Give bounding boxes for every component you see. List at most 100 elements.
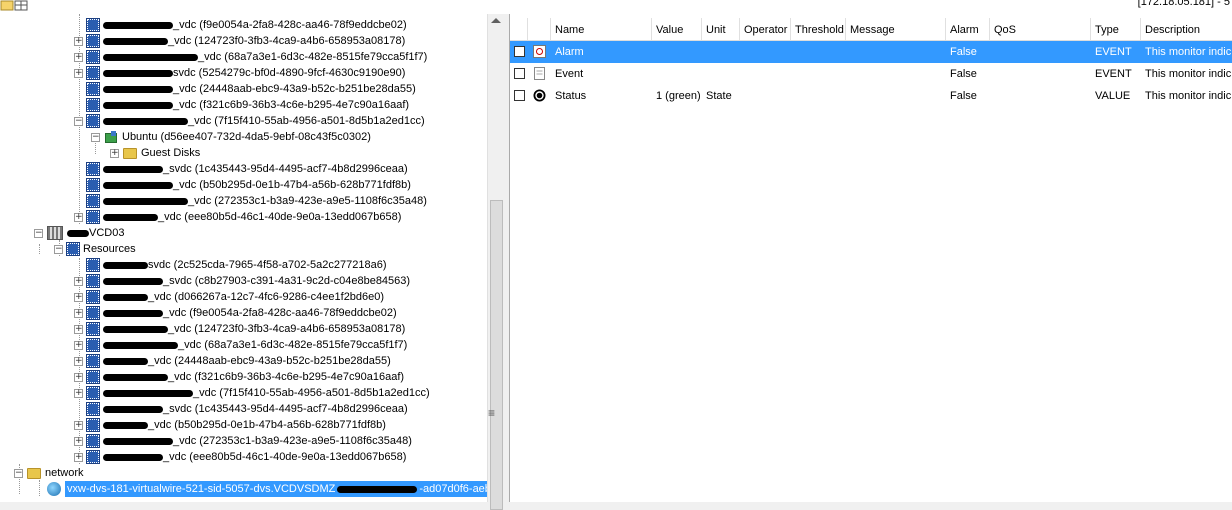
- expand-icon[interactable]: +: [74, 292, 83, 302]
- expand-icon[interactable]: +: [74, 340, 83, 350]
- redaction: [103, 117, 188, 125]
- cell-type: VALUE: [1095, 90, 1131, 102]
- column-header-unit[interactable]: Unit: [702, 18, 740, 40]
- vdc-icon: [86, 402, 100, 416]
- column-header-value[interactable]: Value: [652, 18, 702, 40]
- redaction: [103, 37, 168, 45]
- redaction: [103, 325, 168, 333]
- tree-item-resources[interactable]: − Resources: [54, 241, 136, 257]
- tree-item-vdc[interactable]: − _vdc (7f15f410-55ab-4956-a501-8d5b1a2ed…: [74, 113, 425, 129]
- expand-icon[interactable]: +: [74, 436, 83, 446]
- column-header-description[interactable]: Description: [1141, 18, 1232, 40]
- tree-item-vdc[interactable]: + _vdc (24448aab-ebc9-43a9-b52c-b251be28d…: [74, 353, 391, 369]
- column-header-operator[interactable]: Operator: [740, 18, 791, 40]
- grid-icon[interactable]: [14, 0, 28, 12]
- inventory-tree[interactable]: _vdc (f9e0054a-2fa8-428c-aa46-78f9eddcbe…: [0, 14, 487, 502]
- tree-item-vdc[interactable]: + _vdc (124723f0-3fb3-4ca9-a4b6-658953a08…: [74, 321, 405, 337]
- vdc-icon: [86, 370, 100, 384]
- header-icon-col[interactable]: [528, 18, 551, 40]
- collapse-icon[interactable]: −: [34, 228, 43, 238]
- expand-icon[interactable]: +: [74, 356, 83, 366]
- column-header-message[interactable]: Message: [846, 18, 946, 40]
- folder-icon[interactable]: [0, 0, 14, 12]
- expand-icon[interactable]: +: [74, 420, 83, 430]
- cell-name: Alarm: [555, 46, 584, 58]
- tree-item-vdc[interactable]: _svdc (1c435443-95d4-4495-acf7-4b8d2996c…: [74, 161, 408, 177]
- tree-item-vdc[interactable]: + _vdc (eee80b5d-46c1-40de-9e0a-13edd067b…: [74, 449, 406, 465]
- vdc-icon: [86, 434, 100, 448]
- redaction: [103, 437, 173, 445]
- vdc-icon: [86, 322, 100, 336]
- expand-icon[interactable]: +: [74, 372, 83, 382]
- expand-icon[interactable]: +: [110, 148, 119, 158]
- scroll-up-icon[interactable]: [491, 18, 501, 23]
- header-checkbox-col[interactable]: [510, 18, 528, 40]
- cell-type: EVENT: [1095, 68, 1132, 80]
- expand-icon[interactable]: +: [74, 452, 83, 462]
- monitor-grid[interactable]: Name Value Unit Operator Threshold Messa…: [509, 14, 1232, 502]
- collapse-icon[interactable]: −: [91, 132, 100, 142]
- tree-item-vdc[interactable]: + _vdc (7f15f410-55ab-4956-a501-8d5b1a2ed…: [74, 385, 430, 401]
- column-header-alarm[interactable]: Alarm: [946, 18, 990, 40]
- expand-icon[interactable]: +: [74, 68, 83, 78]
- column-header-type[interactable]: Type: [1091, 18, 1141, 40]
- expand-icon[interactable]: +: [74, 36, 83, 46]
- redaction: [103, 197, 188, 205]
- collapse-icon[interactable]: −: [74, 116, 83, 126]
- tree-item-vdc[interactable]: + _vdc (124723f0-3fb3-4ca9-a4b6-658953a08…: [74, 33, 405, 49]
- expand-icon[interactable]: +: [74, 52, 83, 62]
- tree-item-vdc[interactable]: + _vdc (d066267a-12c7-4fc6-9286-c4ee1f2bd…: [74, 289, 384, 305]
- vdc-icon: [86, 274, 100, 288]
- redaction: [103, 389, 193, 397]
- expand-icon[interactable]: +: [74, 212, 83, 222]
- tree-item-vm-ubuntu[interactable]: − Ubuntu (d56ee407-732d-4da5-9ebf-08c43f5…: [91, 129, 371, 145]
- folder-icon: [27, 467, 41, 479]
- column-header-threshold[interactable]: Threshold: [791, 18, 846, 40]
- tree-item-vdc[interactable]: + _vdc (272353c1-b3a9-423e-a9e5-1108f6c35…: [74, 433, 412, 449]
- tree-item-vdc[interactable]: _vdc (272353c1-b3a9-423e-a9e5-1108f6c35a…: [74, 193, 427, 209]
- redaction: [103, 261, 148, 269]
- tree-item-vdc[interactable]: + _vdc (f9e0054a-2fa8-428c-aa46-78f9eddcb…: [74, 305, 397, 321]
- scrollbar-thumb[interactable]: [490, 200, 503, 510]
- tree-item-guest-disks[interactable]: + Guest Disks: [110, 145, 200, 161]
- collapse-icon[interactable]: −: [14, 468, 23, 478]
- tree-item-vdc[interactable]: + _vdc (eee80b5d-46c1-40de-9e0a-13edd067b…: [74, 209, 401, 225]
- vdc-icon: [86, 386, 100, 400]
- tree-item-network[interactable]: − network: [14, 465, 84, 481]
- vdc-icon: [86, 418, 100, 432]
- tree-item-vdc[interactable]: + _vdc (68a7a3e1-6d3c-482e-8515fe79cca5f1…: [74, 49, 427, 65]
- expand-icon[interactable]: +: [74, 324, 83, 334]
- tree-item-datacenter-vcd03[interactable]: − VCD03: [34, 225, 124, 241]
- tree-item-vdc[interactable]: svdc (2c525cda-7965-4f58-a702-5a2c277218…: [74, 257, 387, 273]
- tree-item-vdc[interactable]: + _vdc (68a7a3e1-6d3c-482e-8515fe79cca5f1…: [74, 337, 407, 353]
- tree-item-vdc[interactable]: + _vdc (f321c6b9-36b3-4c6e-b295-4e7c90a16…: [74, 369, 404, 385]
- vdc-icon: [86, 66, 100, 80]
- splitter-grip-icon[interactable]: ≡: [488, 406, 495, 420]
- cell-type: EVENT: [1095, 46, 1132, 58]
- redaction: [103, 293, 148, 301]
- tree-item-vdc[interactable]: _vdc (24448aab-ebc9-43a9-b52c-b251be28da…: [74, 81, 416, 97]
- tree-item-vdc[interactable]: _vdc (f9e0054a-2fa8-428c-aa46-78f9eddcbe…: [74, 17, 407, 33]
- expand-icon[interactable]: +: [74, 308, 83, 318]
- row-checkbox[interactable]: [514, 68, 525, 79]
- tree-item-vdc[interactable]: + _vdc (b50b295d-0e1b-47b4-a56b-628b771fd…: [74, 417, 386, 433]
- row-checkbox[interactable]: [514, 46, 525, 57]
- tree-item-virtualwire[interactable]: vxw-dvs-181-virtualwire-521-sid-5057-dvs…: [34, 481, 487, 497]
- grid-row-event[interactable]: Event False EVENT This monitor indic...: [510, 63, 1232, 85]
- column-header-qos[interactable]: QoS: [990, 18, 1091, 40]
- tree-item-vdc[interactable]: + svdc (5254279c-bf0d-4890-9fcf-4630c9190…: [74, 65, 405, 81]
- tree-scrollbar[interactable]: [487, 14, 505, 510]
- tree-item-vdc[interactable]: + _svdc (c8b27903-c391-4a31-9c2d-c04e8be8…: [74, 273, 410, 289]
- column-header-name[interactable]: Name: [551, 18, 652, 40]
- redaction: [337, 485, 418, 493]
- grid-row-alarm[interactable]: Alarm False EVENT This monitor indic...: [510, 41, 1232, 63]
- collapse-icon[interactable]: −: [54, 244, 63, 254]
- row-checkbox[interactable]: [514, 90, 525, 101]
- tree-item-vdc[interactable]: _svdc (1c435443-95d4-4495-acf7-4b8d2996c…: [74, 401, 408, 417]
- tree-item-vdc[interactable]: _vdc (f321c6b9-36b3-4c6e-b295-4e7c90a16a…: [74, 97, 409, 113]
- cell-value: 1 (green): [656, 90, 701, 102]
- tree-item-vdc[interactable]: _vdc (b50b295d-0e1b-47b4-a56b-628b771fdf…: [74, 177, 411, 193]
- grid-row-status[interactable]: Status 1 (green) State False VALUE This …: [510, 85, 1232, 107]
- expand-icon[interactable]: +: [74, 388, 83, 398]
- expand-icon[interactable]: +: [74, 276, 83, 286]
